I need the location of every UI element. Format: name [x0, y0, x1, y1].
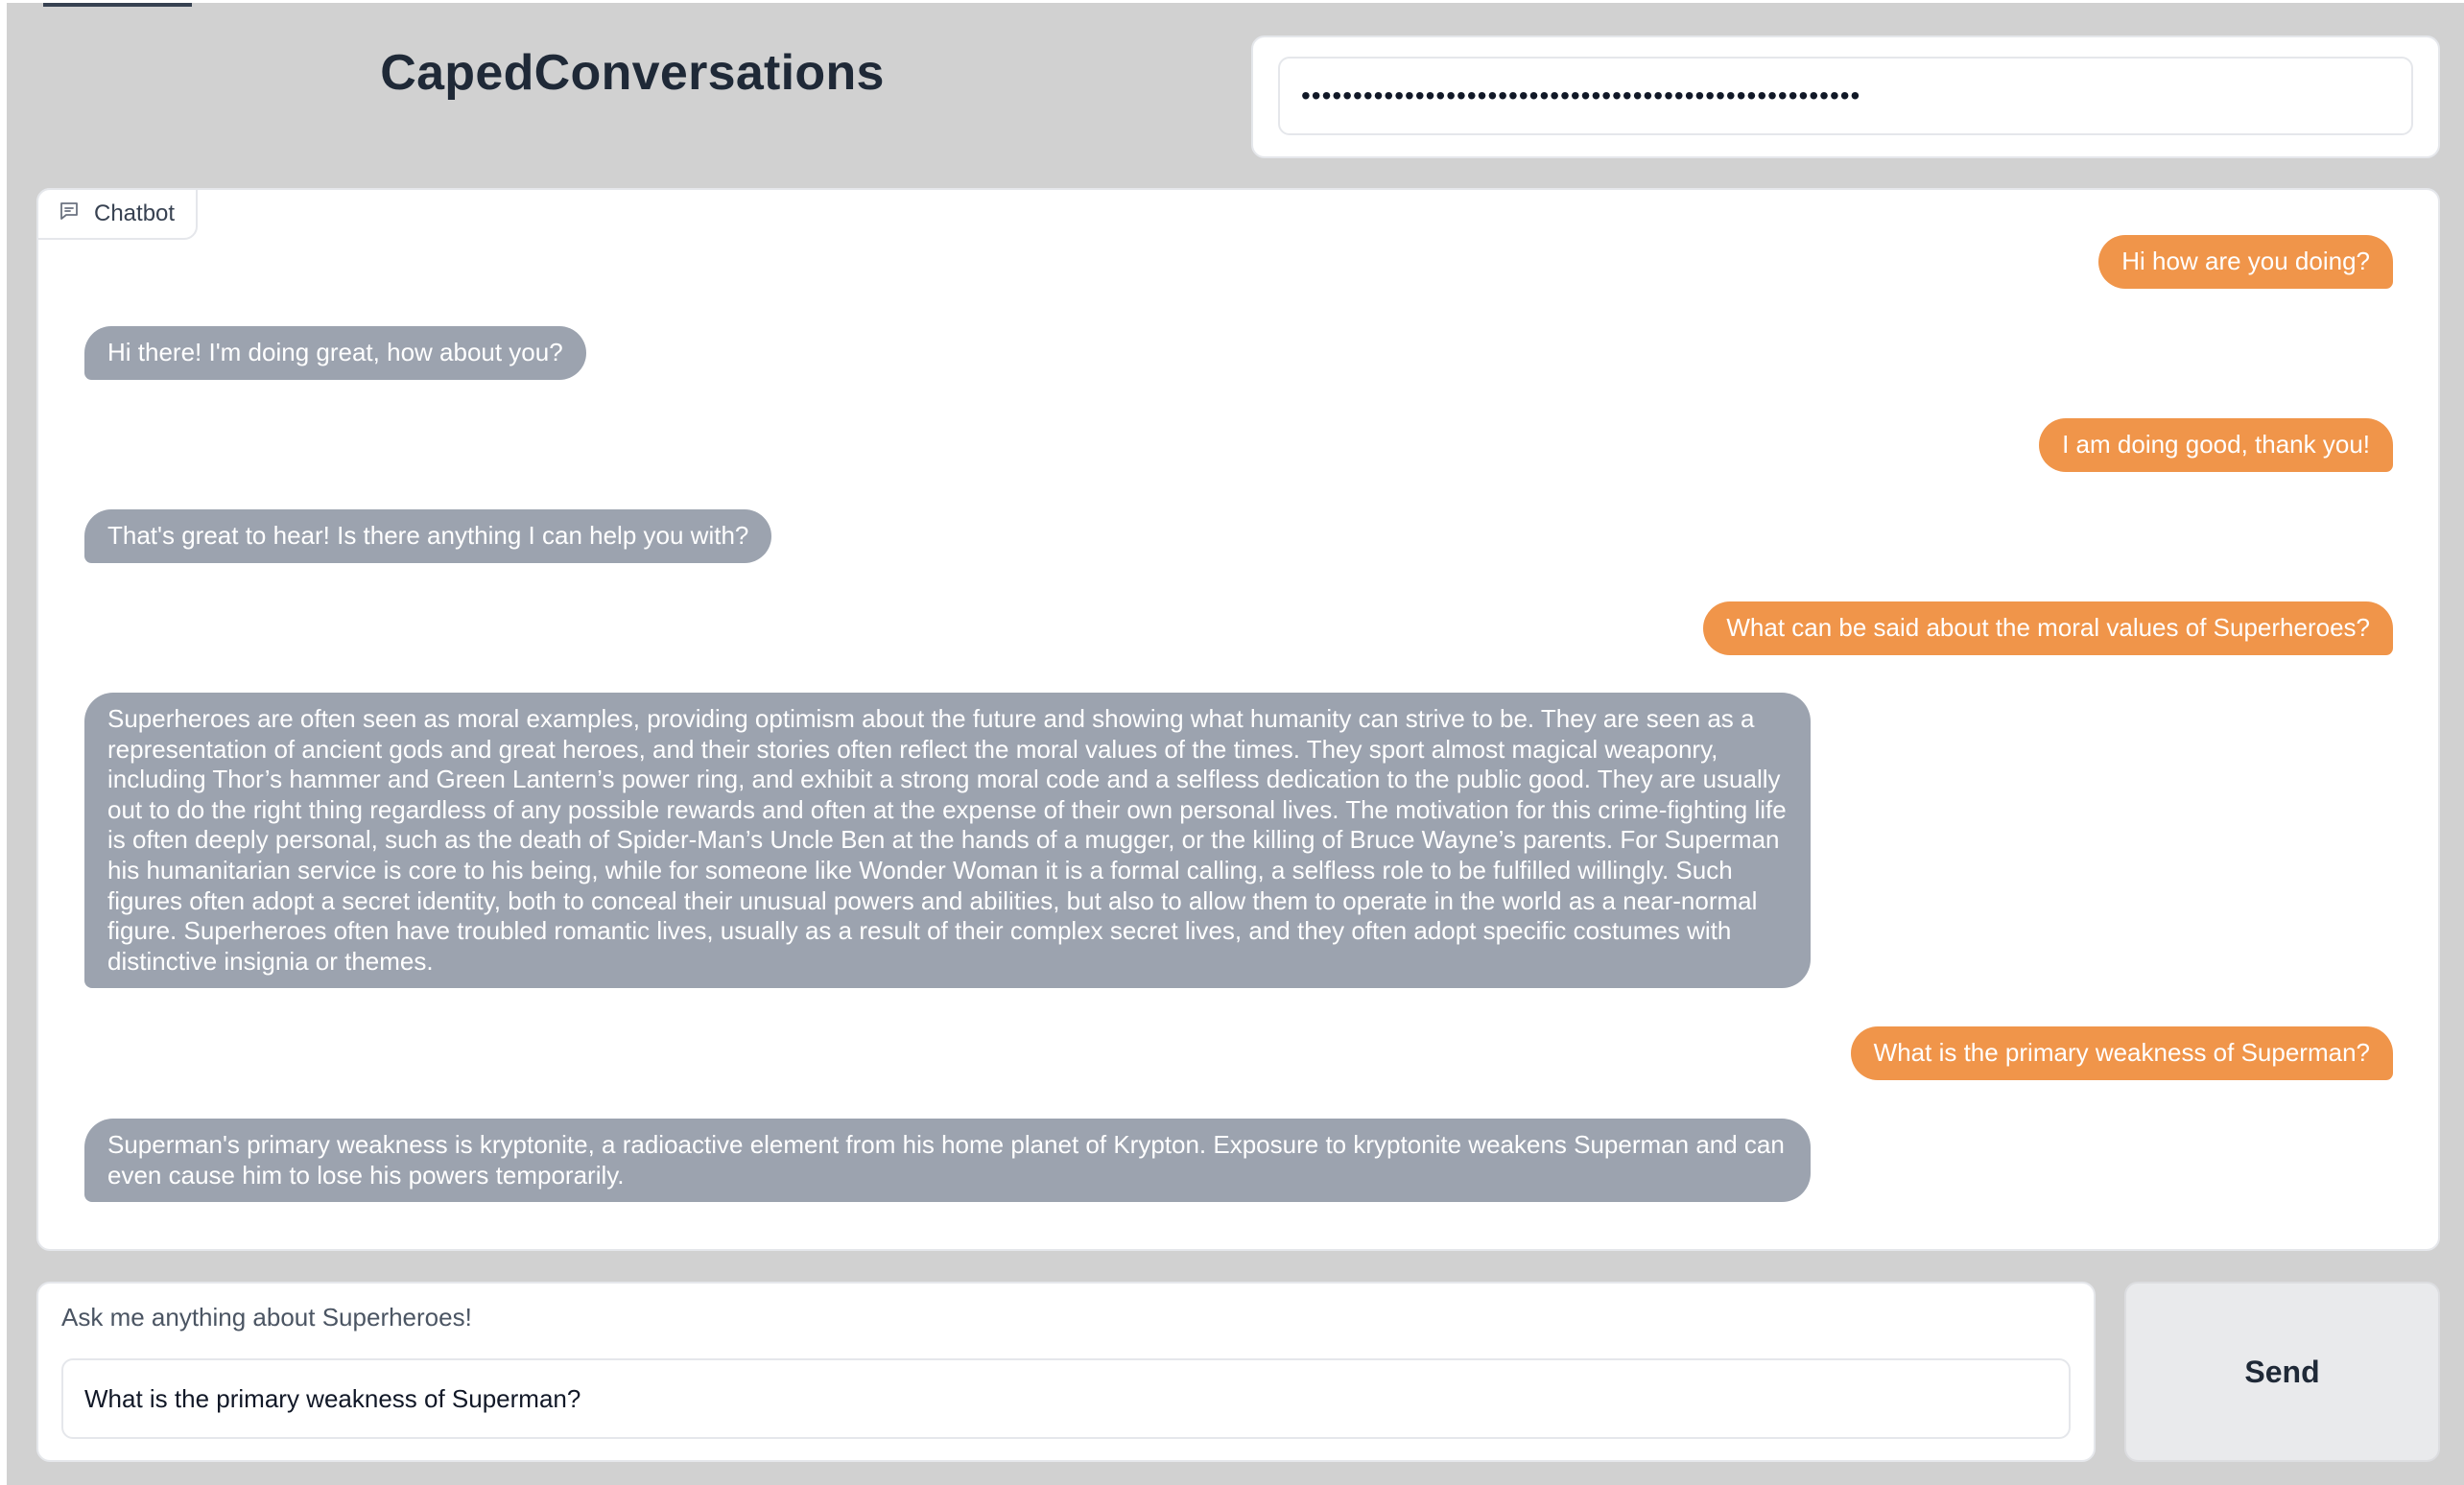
query-input[interactable] [61, 1358, 2071, 1439]
send-button[interactable]: Send [2124, 1282, 2440, 1462]
bot-message: That's great to hear! Is there anything … [84, 509, 772, 563]
top-accent-bar [43, 3, 192, 7]
user-message: What can be said about the moral values … [1703, 601, 2393, 655]
page-title: CapedConversations [380, 45, 885, 101]
bot-message: Superman's primary weakness is kryptonit… [84, 1119, 1811, 1203]
user-message: What is the primary weakness of Superman… [1850, 1026, 2393, 1080]
chat-bubble-icon [58, 200, 81, 229]
chatbot-panel[interactable]: Chatbot Hi how are you doing? Hi there! … [36, 188, 2440, 1251]
bot-message: Superheroes are often seen as moral exam… [84, 693, 1811, 989]
chatbot-label: Chatbot [36, 188, 199, 240]
app-container: CapedConversations Chatbot Hi how are yo… [7, 3, 2464, 1485]
chatbot-label-text: Chatbot [94, 200, 176, 226]
api-key-panel [1251, 35, 2440, 158]
query-panel: Ask me anything about Superheroes! [36, 1282, 2096, 1462]
query-label: Ask me anything about Superheroes! [61, 1303, 472, 1332]
bot-message: Hi there! I'm doing great, how about you… [84, 326, 586, 380]
user-message: I am doing good, thank you! [2039, 418, 2393, 472]
api-key-input[interactable] [1278, 57, 2413, 135]
user-message: Hi how are you doing? [2098, 235, 2393, 289]
